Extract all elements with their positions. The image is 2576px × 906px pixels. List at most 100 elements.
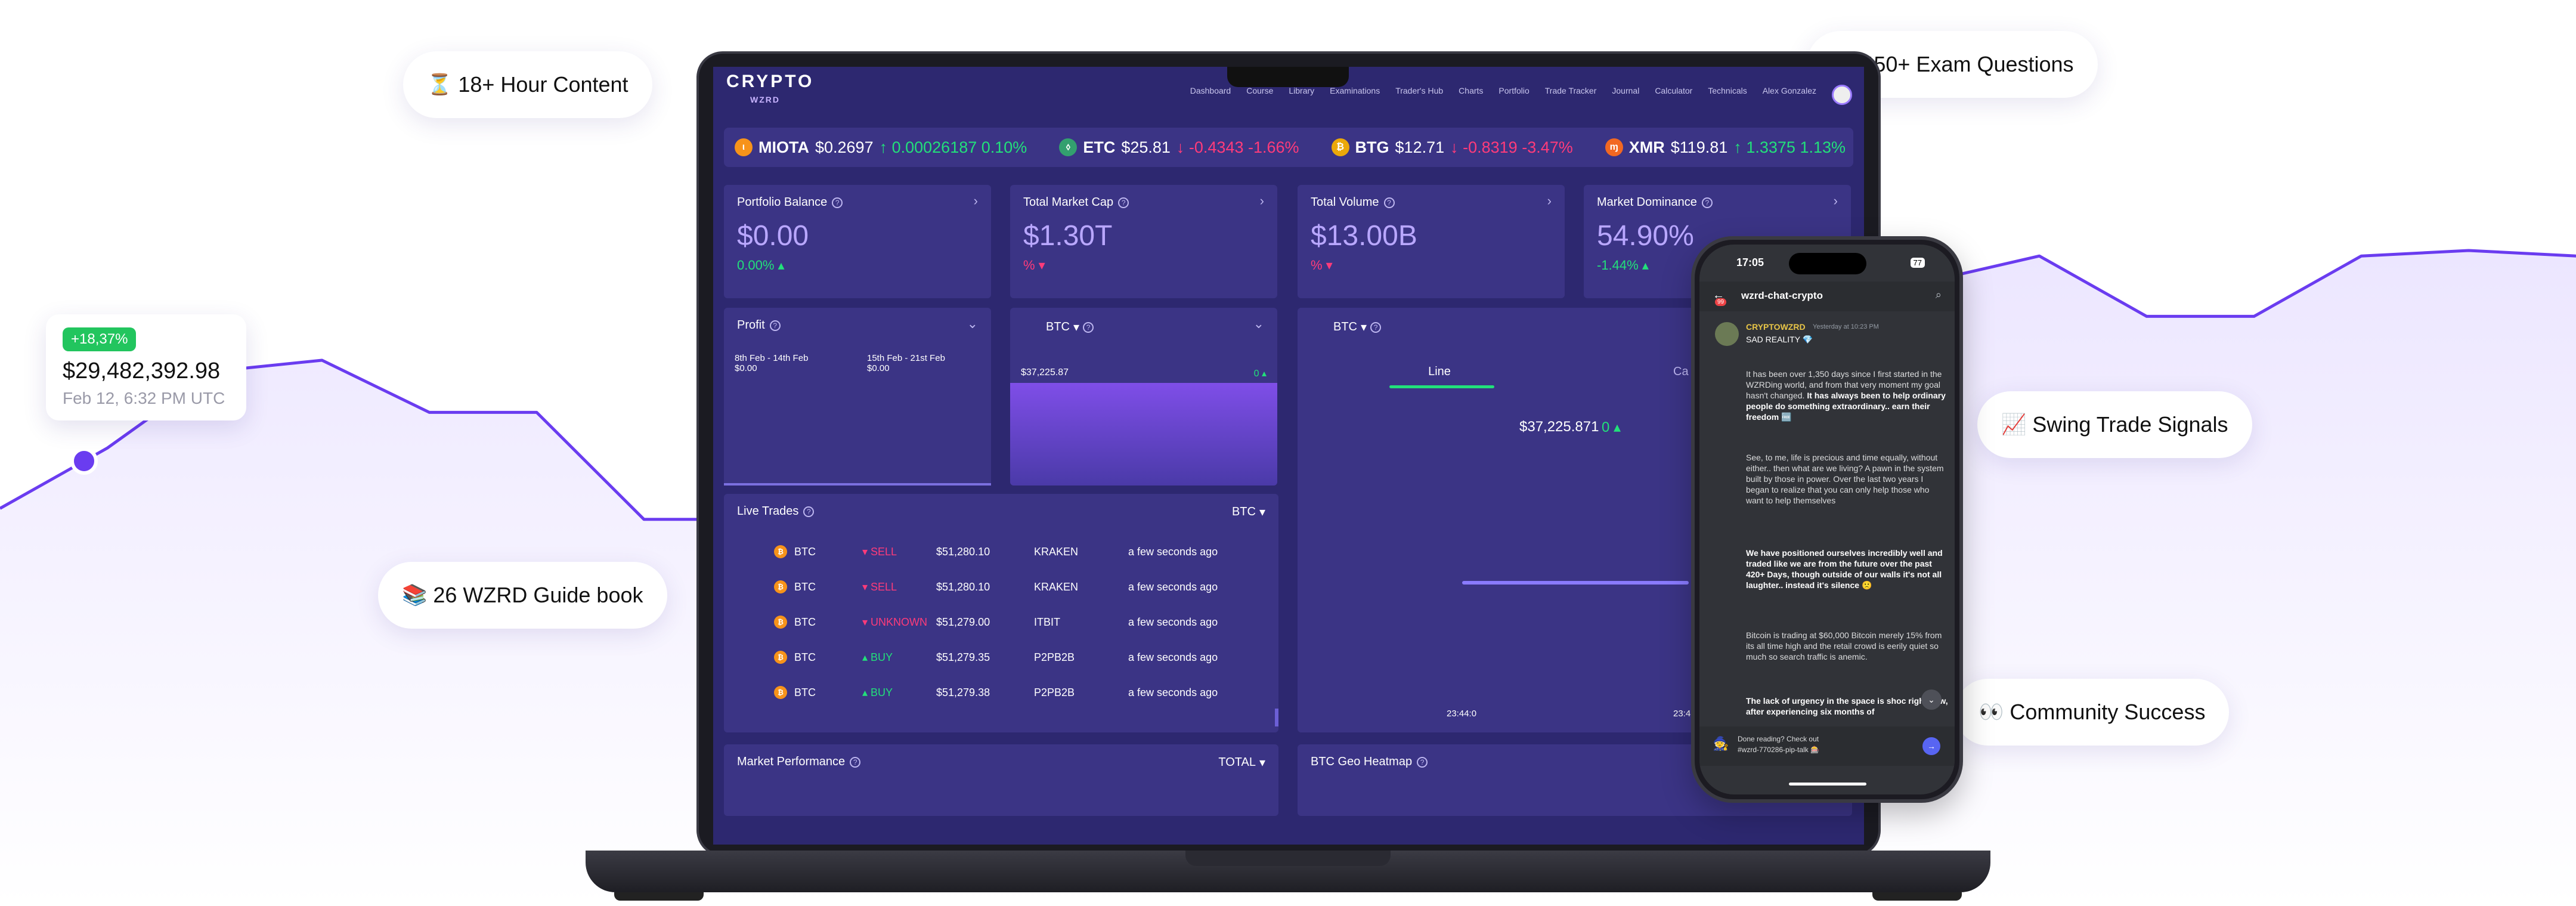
message-p3-bold: We have positioned ourselves incredibly …	[1746, 548, 1943, 590]
pill-swing-trade-label: Swing Trade Signals	[2032, 412, 2228, 437]
marketcap-title: Total Market Cap	[1023, 196, 1114, 209]
help-icon[interactable]: ?	[803, 506, 815, 517]
nav-library[interactable]: Library	[1289, 86, 1314, 95]
table-row[interactable]: ₿ BTC ▴ BUY $51,279.35 P2PB2B a few seconds a…	[724, 640, 1278, 675]
help-icon[interactable]: ?	[1083, 321, 1094, 333]
table-row[interactable]: ₿ BTC ▾ SELL $51,280.10 KRAKEN a few seconds …	[724, 534, 1278, 569]
ticker-price: $0.2697	[815, 138, 874, 156]
arrow-right-icon[interactable]: →	[1922, 737, 1940, 755]
brand-logo[interactable]: CRYPTO WZRD	[726, 73, 814, 109]
pill-hour-content-label: 18+ Hour Content	[458, 72, 628, 97]
card-title: Total Volume?	[1311, 196, 1395, 209]
market-cap-card[interactable]: Total Market Cap? › $1.30T % ▾	[1010, 185, 1277, 298]
volume-change: % ▾	[1311, 258, 1333, 273]
profit-card: Profit? ⌄ 8th Feb - 14th Feb $0.00 15th …	[724, 308, 991, 486]
phone-screen: 17:05 77 ← 99 wzrd-chat-crypto ⌕ CRYPTOW…	[1699, 245, 1955, 794]
help-icon[interactable]: ?	[1118, 197, 1129, 208]
price-ticker: ι MIOTA $0.2697 ↑ 0.00026187 0.10% ⬨ ETC $25.8…	[724, 128, 1853, 167]
chevron-down-icon[interactable]: ⌄	[1921, 689, 1942, 710]
nav-calculator[interactable]: Calculator	[1655, 86, 1692, 95]
profit-col1-range: 8th Feb - 14th Feb	[735, 353, 809, 363]
ticker-symbol: ETC	[1083, 138, 1116, 156]
help-icon[interactable]: ?	[769, 320, 781, 331]
nav-course[interactable]: Course	[1246, 86, 1273, 95]
reply-text: Done reading? Check out	[1738, 735, 1819, 743]
search-icon[interactable]: ⌕	[1936, 289, 1942, 301]
btc-main-select[interactable]: BTC ▾?	[1333, 320, 1382, 335]
channel-name[interactable]: wzrd-chat-crypto	[1741, 290, 1823, 302]
nav-portfolio[interactable]: Portfolio	[1498, 86, 1529, 95]
ticker-price: $12.71	[1395, 138, 1445, 156]
btc-mini-select[interactable]: BTC ▾?	[1046, 320, 1094, 335]
reply-channel[interactable]: #wzrd-770286-pip-talk 🎰	[1738, 746, 1819, 754]
tab-candle[interactable]: Ca	[1673, 365, 1689, 379]
chevron-right-icon[interactable]: ›	[1547, 193, 1552, 209]
dominance-change: -1.44% ▴	[1597, 258, 1649, 273]
x-tick-1: 23:44:0	[1447, 709, 1477, 719]
nav-dashboard[interactable]: Dashboard	[1190, 86, 1231, 95]
author-name[interactable]: CRYPTOWZRD	[1746, 322, 1806, 332]
laptop-base	[586, 851, 1990, 892]
help-icon[interactable]: ?	[1417, 756, 1428, 768]
chart-point-marker[interactable]	[70, 447, 98, 475]
top-nav: Dashboard Course Library Examinations Tr…	[1190, 86, 1816, 95]
help-icon[interactable]: ?	[850, 756, 861, 768]
pill-hour-content: ⏳ 18+ Hour Content	[403, 51, 652, 118]
chevron-right-icon[interactable]: ›	[974, 193, 978, 209]
live-trades-select[interactable]: BTC ▾	[1232, 505, 1265, 520]
message-first-line: SAD REALITY 💎	[1746, 335, 1813, 344]
home-indicator	[1789, 783, 1866, 786]
total-volume-card[interactable]: Total Volume? › $13.00B % ▾	[1298, 185, 1565, 298]
message-p5-bold: The lack of urgency in the space is shoc…	[1746, 696, 1948, 716]
ticker-item[interactable]: ι MIOTA $0.2697 ↑ 0.00026187 0.10%	[735, 138, 1027, 157]
scrollbar-thumb[interactable]	[1275, 709, 1278, 726]
ticker-item[interactable]: ɱ XMR $119.81 ↑ 1.3375 1.13%	[1605, 138, 1846, 157]
table-row[interactable]: ₿ BTC ▾ UNKNOWN $51,279.00 ITBIT a few second…	[724, 605, 1278, 639]
btc-mini-select-value: BTC	[1046, 320, 1070, 333]
table-row[interactable]: ₿ BTC ▴ BUY $51,279.38 P2PB2B a few seconds a…	[724, 675, 1278, 710]
tab-line[interactable]: Line	[1387, 365, 1492, 379]
card-title: Market Performance?	[737, 755, 861, 769]
pill-guide-book: 📚 26 WZRD Guide book	[378, 562, 667, 629]
nav-traders-hub[interactable]: Trader's Hub	[1395, 86, 1443, 95]
table-row[interactable]: ₿ BTC ▾ SELL $51,280.10 KRAKEN a few seconds …	[724, 570, 1278, 604]
nav-trade-tracker[interactable]: Trade Tracker	[1545, 86, 1597, 95]
nav-journal[interactable]: Journal	[1612, 86, 1639, 95]
avatar[interactable]	[1832, 85, 1852, 105]
nav-charts[interactable]: Charts	[1459, 86, 1483, 95]
trade-time: a few seconds ago	[1128, 580, 1218, 593]
reply-banner[interactable]: 🧙 Done reading? Check out #wzrd-770286-p…	[1699, 726, 1955, 766]
portfolio-balance-card[interactable]: Portfolio Balance? › $0.00 0.00% ▴	[724, 185, 991, 298]
chevron-down-icon[interactable]: ⌄	[967, 316, 978, 332]
chevron-right-icon[interactable]: ›	[1834, 193, 1838, 209]
help-icon[interactable]: ?	[1370, 321, 1382, 333]
nav-user-name[interactable]: Alex Gonzalez	[1763, 86, 1816, 95]
marketcap-change: % ▾	[1023, 258, 1045, 273]
market-performance-select[interactable]: TOTAL ▾	[1218, 755, 1265, 770]
ticker-item[interactable]: ₿ BTG $12.71 ↓ -0.8319 -3.47%	[1331, 138, 1573, 157]
trade-price: $51,280.10	[936, 580, 990, 593]
dynamic-island	[1789, 253, 1866, 274]
btc-mini-chart-card: BTC ▾? ⌄ $37,225.87 0 ▴	[1010, 308, 1277, 486]
ticker-change: ↓ -0.4343 -1.66%	[1176, 138, 1299, 156]
live-trades-select-value: BTC	[1231, 505, 1256, 518]
nav-examinations[interactable]: Examinations	[1330, 86, 1380, 95]
help-icon[interactable]: ?	[1383, 197, 1395, 208]
tab-line-underline	[1389, 385, 1494, 388]
trade-price: $51,280.10	[936, 545, 990, 558]
trade-exchange: KRAKEN	[1034, 580, 1079, 593]
eyes-icon: 👀	[1979, 701, 2004, 723]
help-icon[interactable]: ?	[1701, 197, 1713, 208]
caret-down-icon: ▾	[1361, 321, 1367, 334]
bitcoin-icon: ₿	[774, 580, 787, 593]
help-icon[interactable]: ?	[832, 197, 843, 208]
chevron-right-icon[interactable]: ›	[1260, 193, 1264, 209]
nav-technicals[interactable]: Technicals	[1708, 86, 1747, 95]
ticker-change: ↑ 1.3375 1.13%	[1733, 138, 1846, 156]
message-paragraph-5: The lack of urgency in the space is shoc…	[1746, 695, 1949, 717]
author-avatar[interactable]	[1715, 322, 1739, 346]
tooltip-change-badge: +18,37%	[63, 327, 137, 351]
chevron-down-icon[interactable]: ⌄	[1253, 316, 1264, 332]
dominance-value: 54.90%	[1597, 220, 1694, 252]
ticker-item[interactable]: ⬨ ETC $25.81 ↓ -0.4343 -1.66%	[1059, 138, 1299, 157]
